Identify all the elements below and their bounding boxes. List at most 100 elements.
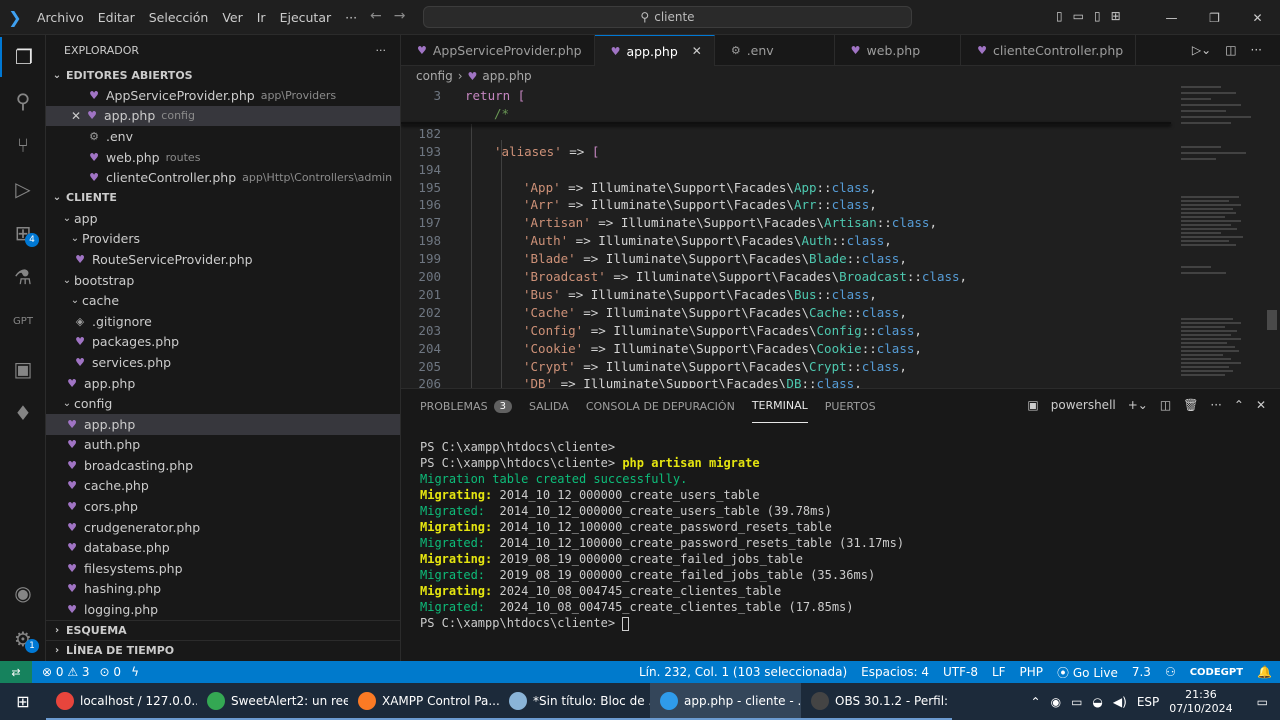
customize-layout-icon[interactable]: ⊞ [1111,9,1121,23]
minimap[interactable] [1175,86,1265,388]
volume-icon[interactable]: ◀) [1113,695,1127,709]
cursor-position[interactable]: Lín. 232, Col. 1 (103 seleccionada) [639,665,847,679]
tab-web-php[interactable]: ♥ web.php [835,35,962,66]
new-terminal-icon[interactable]: +⌄ [1128,398,1148,412]
tree-file[interactable]: ♥ auth.php [46,435,400,456]
camera-icon[interactable]: ◉ [1051,695,1061,709]
trash-icon[interactable]: 🗑 [1183,398,1198,412]
notifications-bell-icon[interactable]: 🔔 [1257,665,1272,679]
split-editor-icon[interactable]: ◫ [1225,43,1236,57]
notification-center-icon[interactable]: ▭ [1257,695,1268,709]
panel-tab-debug-console[interactable]: CONSOLA DE DEPURACIÓN [586,389,735,423]
toggle-sidebar-icon[interactable]: ▯ [1056,9,1063,23]
menu-archivo[interactable]: Archivo [30,10,91,25]
source-control-icon[interactable]: ⑂ [0,125,46,165]
search-view-icon[interactable]: ⚲ [0,81,46,121]
extensions-icon[interactable]: ⊞ 4 [0,213,46,253]
command-center-search[interactable]: ⚲ cliente [423,6,912,28]
taskbar-app[interactable]: *Sin título: Bloc de ... [499,683,650,720]
tree-file[interactable]: ♥ cache.php [46,476,400,497]
tree-file[interactable]: ♥ services.php [46,352,400,373]
taskbar-app[interactable]: XAMPP Control Pa... [348,683,499,720]
tree-file[interactable]: ♥ database.php [46,537,400,558]
open-editor-item-active[interactable]: ✕ ♥ app.php config [46,105,400,127]
tree-folder-app[interactable]: ⌄ app [46,208,400,229]
php-version[interactable]: 7.3 [1132,665,1151,679]
open-editor-item[interactable]: ♥ AppServiceProvider.php app\Providers [46,85,400,106]
encoding-status[interactable]: UTF-8 [943,665,978,679]
tab-env[interactable]: ⚙ .env [715,35,835,66]
ports-status[interactable]: ⊙ 0 [100,665,122,679]
remote-explorer-icon[interactable]: ▣ [0,349,46,389]
taskbar-app[interactable]: localhost / 127.0.0.... [46,683,197,720]
tree-folder-providers[interactable]: ⌄ Providers [46,229,400,250]
taskbar-app[interactable]: SweetAlert2: un ree... [197,683,348,720]
tree-file-active[interactable]: ♥ app.php [46,413,400,435]
eol-status[interactable]: LF [992,665,1006,679]
outline-header[interactable]: › ESQUEMA [46,619,400,640]
menu-seleccion[interactable]: Selección [142,10,216,25]
tree-file[interactable]: ♥ app.php [46,373,400,394]
more-icon[interactable]: ··· [1210,398,1221,412]
menu-ir[interactable]: Ir [250,10,273,25]
project-header[interactable]: ⌄ CLIENTE [46,188,400,208]
panel-tab-problems[interactable]: PROBLEMAS 3 [420,389,512,423]
explorer-icon[interactable]: ❐ [0,37,46,77]
taskbar-app[interactable]: app.php - cliente - ... [650,683,801,720]
panel-tab-terminal[interactable]: TERMINAL [751,389,808,423]
tree-file[interactable]: ◈ .gitignore [46,311,400,332]
tree-file[interactable]: ♥ hashing.php [46,579,400,600]
timeline-header[interactable]: › LÍNEA DE TIEMPO [46,639,400,660]
restore-icon[interactable]: ❐ [1193,0,1236,35]
tree-file[interactable]: ♥ crudgenerator.php [46,517,400,538]
menu-editar[interactable]: Editar [91,10,142,25]
panel-tab-ports[interactable]: PUERTOS [825,389,876,423]
tree-file[interactable]: ♥ packages.php [46,332,400,353]
menu-more[interactable]: ··· [338,10,364,25]
codegpt-status[interactable]: CODEGPT [1190,667,1243,678]
tray-chevron-up-icon[interactable]: ⌃ [1031,695,1041,709]
problems-status[interactable]: ⊗ 0 ⚠ 3 [42,665,90,679]
accounts-icon[interactable]: ◉ [0,573,46,613]
terminal-shell-name[interactable]: powershell [1051,398,1116,412]
manage-gear-icon[interactable]: ⚙ 1 [0,619,46,659]
tree-folder-bootstrap[interactable]: ⌄ bootstrap [46,270,400,291]
maximize-panel-icon[interactable]: ⌃ [1234,398,1244,412]
taskbar-app[interactable]: OBS 30.1.2 - Perfil: ... [801,683,952,720]
forward-arrow-icon[interactable]: → [394,8,406,24]
language-mode[interactable]: PHP [1020,665,1044,679]
breadcrumb-folder[interactable]: config [416,69,453,83]
minimize-icon[interactable]: — [1150,0,1193,35]
tree-file[interactable]: ♥ broadcasting.php [46,455,400,476]
close-tab-icon[interactable]: ✕ [692,44,702,58]
back-arrow-icon[interactable]: ← [370,8,382,24]
indentation-status[interactable]: Espacios: 4 [861,665,929,679]
panel-tab-output[interactable]: SALIDA [529,389,569,423]
menu-ver[interactable]: Ver [215,10,249,25]
toggle-panel-icon[interactable]: ▭ [1073,9,1084,23]
tree-file[interactable]: ♥ cors.php [46,496,400,517]
input-language[interactable]: ESP [1137,695,1159,709]
open-editor-item[interactable]: ⚙ .env [46,126,400,147]
open-editor-item[interactable]: ♥ clienteController.php app\Http\Control… [46,167,400,188]
bolt-icon[interactable]: ϟ [131,665,139,679]
more-actions-icon[interactable]: ··· [1251,43,1262,57]
code-editor[interactable]: 3 return [ /* 182 193 'aliases' => [ 194… [401,86,1280,388]
close-editor-icon[interactable]: ✕ [68,109,84,123]
open-editors-header[interactable]: ⌄ EDITORES ABIERTOS [46,65,400,85]
feedback-icon[interactable]: ⚇ [1165,665,1176,679]
python-icon[interactable]: ♦ [0,393,46,433]
split-terminal-icon[interactable]: ◫ [1160,398,1171,412]
run-file-icon[interactable]: ▷⌄ [1192,43,1211,57]
tree-file[interactable]: ♥ logging.php [46,599,400,620]
tree-file[interactable]: ♥ filesystems.php [46,558,400,579]
display-icon[interactable]: ▭ [1071,695,1082,709]
close-panel-icon[interactable]: ✕ [1256,398,1266,412]
editor-scrollbar-thumb[interactable] [1267,310,1277,330]
tree-file[interactable]: ♥ RouteServiceProvider.php [46,249,400,270]
terminal-output[interactable]: PS C:\xampp\htdocs\cliente> PS C:\xampp\h… [420,439,904,631]
toggle-secondary-sidebar-icon[interactable]: ▯ [1094,9,1101,23]
windows-start-icon[interactable]: ⊞ [0,683,46,720]
breadcrumb-file[interactable]: app.php [482,69,531,83]
tab-clientecontroller[interactable]: ♥ clienteController.php [961,35,1137,66]
